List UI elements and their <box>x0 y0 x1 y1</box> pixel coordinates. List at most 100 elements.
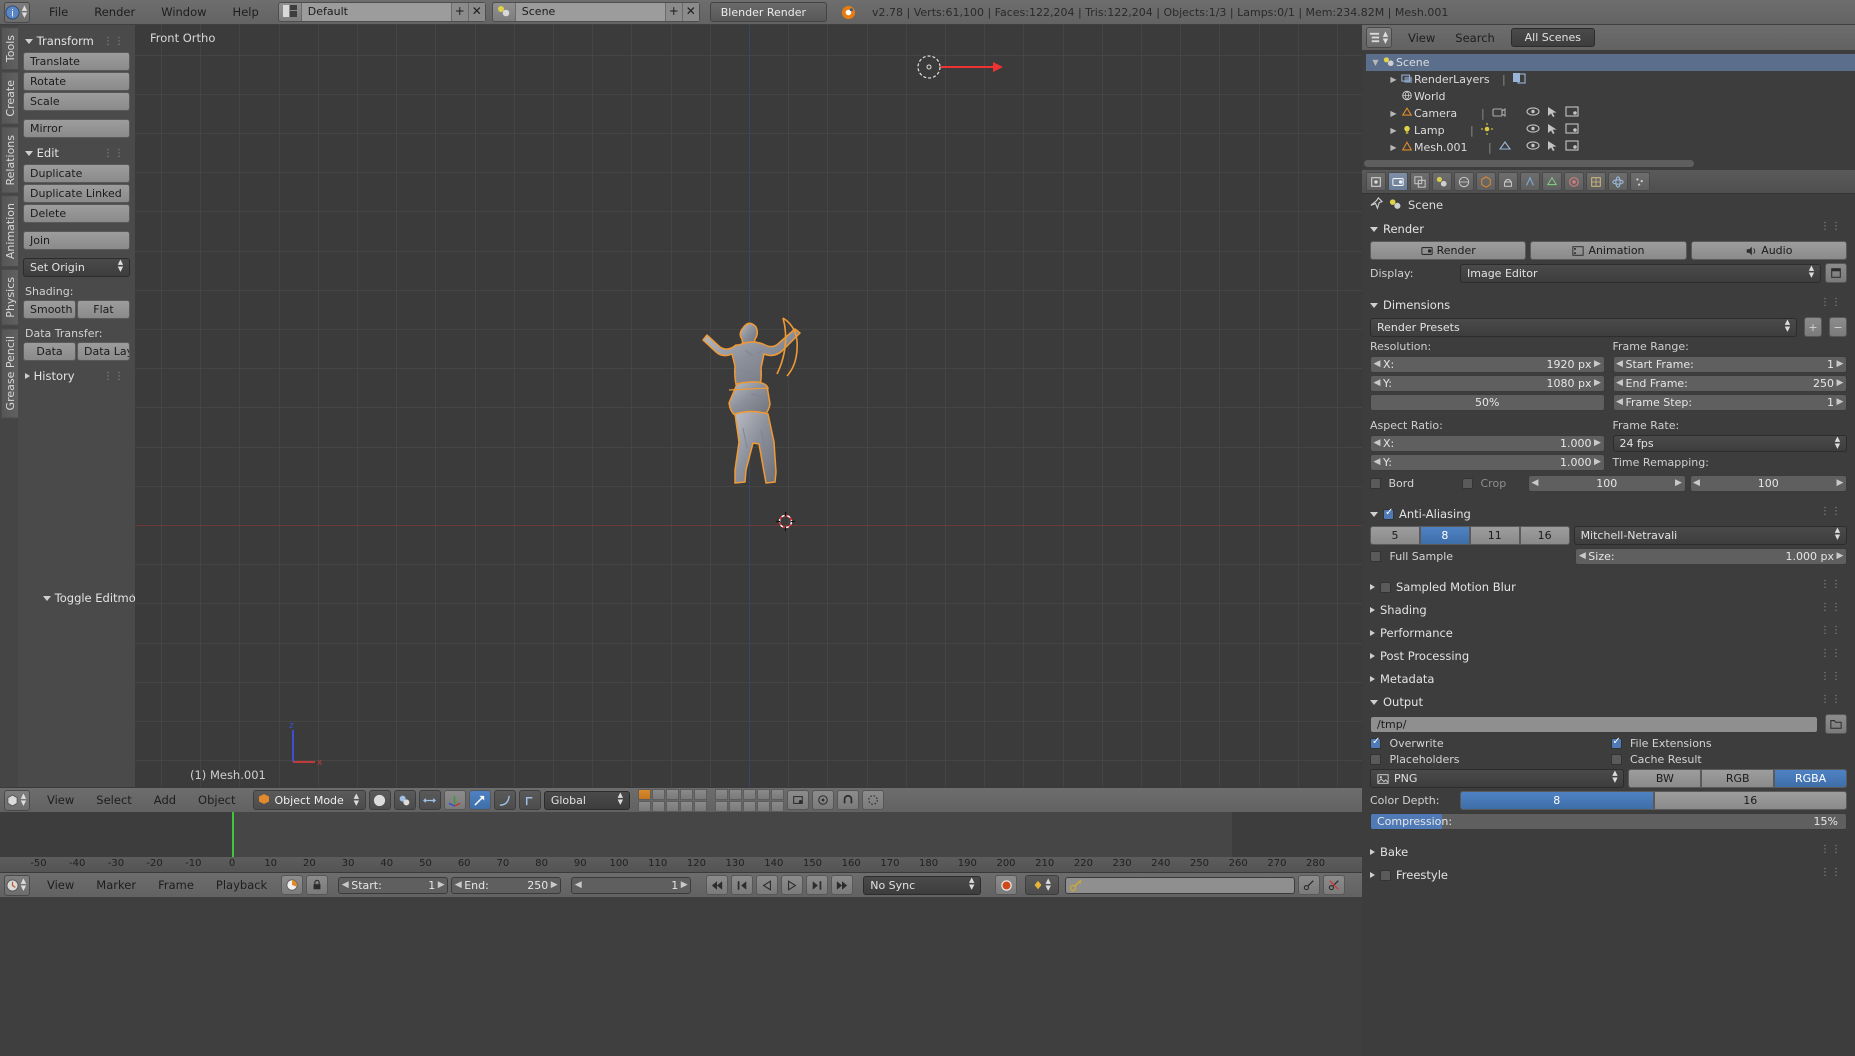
shading-section-header[interactable]: Shading ⋮⋮ <box>1370 600 1847 620</box>
expand-icon[interactable]: ▶ <box>1388 143 1399 152</box>
viewport-menu-object[interactable]: Object <box>187 793 246 807</box>
increment-icon[interactable]: ▶ <box>1835 395 1845 410</box>
color-depth-16[interactable]: 16 <box>1653 791 1847 810</box>
add-preset-button[interactable]: + <box>1804 317 1822 337</box>
layer-1[interactable] <box>651 788 665 800</box>
editor-type-icon[interactable] <box>1366 172 1386 191</box>
metadata-section-header[interactable]: Metadata ⋮⋮ <box>1370 669 1847 689</box>
color-mode-rgb[interactable]: RGB <box>1701 769 1775 788</box>
expand-icon[interactable]: ▶ <box>1388 109 1399 118</box>
scene-value[interactable]: Scene <box>514 3 665 21</box>
jump-start-icon[interactable] <box>706 875 729 895</box>
outliner-menu-view[interactable]: View <box>1398 31 1445 45</box>
render-section-header[interactable]: Render ⋮⋮ <box>1370 219 1847 239</box>
viewport-shading-icon[interactable] <box>368 790 391 810</box>
antialiasing-checkbox[interactable] <box>1383 507 1394 520</box>
bake-section-header[interactable]: Bake ⋮⋮ <box>1370 842 1847 862</box>
placeholders-checkbox[interactable] <box>1370 754 1381 765</box>
expand-icon[interactable]: ▶ <box>1388 75 1399 84</box>
decrement-icon[interactable]: ◀ <box>1372 436 1382 451</box>
keying-set-icon[interactable]: ▲ ▼ <box>1025 875 1060 895</box>
scene-tab-icon[interactable] <box>1432 172 1452 191</box>
play-icon[interactable] <box>781 875 804 895</box>
overwrite-wrap[interactable]: Overwrite <box>1370 736 1607 750</box>
border-checkbox-wrap[interactable]: Bord <box>1370 477 1458 490</box>
output-section-header[interactable]: Output ⋮⋮ <box>1370 692 1847 712</box>
file-extensions-checkbox[interactable] <box>1610 736 1622 749</box>
layer-13[interactable] <box>756 788 770 800</box>
scene-selector[interactable]: Scene + ✕ <box>491 2 700 22</box>
layer-8[interactable] <box>679 800 693 812</box>
decrement-icon[interactable]: ◀ <box>453 878 463 893</box>
rotate-manipulator-icon[interactable] <box>468 790 491 810</box>
add-keyframe-icon[interactable] <box>1298 875 1321 895</box>
material-tab-icon[interactable] <box>1564 172 1584 191</box>
menu-help[interactable]: Help <box>220 0 272 25</box>
outliner-item-camera[interactable]: ▶ Camera | <box>1366 105 1855 122</box>
screen-layout-value[interactable]: Default <box>300 3 451 21</box>
outliner-editor-icon[interactable]: ▲ ▼ <box>1366 27 1392 48</box>
render-presets-selector[interactable]: Render Presets ▲ ▼ <box>1370 317 1797 337</box>
cache-result-checkbox[interactable] <box>1610 754 1622 765</box>
increment-icon[interactable]: ▶ <box>1593 455 1603 470</box>
sync-mode-selector[interactable]: No Sync ▲ ▼ <box>863 875 982 895</box>
menu-window[interactable]: Window <box>148 0 219 25</box>
panel-header-edit[interactable]: Edit ⋮⋮ <box>25 146 130 160</box>
expand-icon[interactable]: ▼ <box>1370 58 1381 67</box>
full-sample-checkbox[interactable] <box>1370 551 1381 562</box>
layer-6[interactable] <box>651 800 665 812</box>
render-engine-selector[interactable]: Blender Render <box>709 2 828 22</box>
translate-manipulator-icon[interactable] <box>443 790 466 810</box>
object-tab-icon[interactable] <box>1476 172 1496 191</box>
freestyle-section-header[interactable]: Freestyle ⋮⋮ <box>1370 865 1847 885</box>
flat-button[interactable]: Flat <box>77 300 130 319</box>
data-button[interactable]: Data <box>23 342 76 361</box>
timeline-menu-view[interactable]: View <box>36 878 85 892</box>
decrement-icon[interactable]: ◀ <box>1615 376 1625 391</box>
render-layers-tab-icon[interactable] <box>1410 172 1430 191</box>
keying-set-field[interactable] <box>1065 876 1296 894</box>
increment-icon[interactable]: ▶ <box>679 878 689 893</box>
menu-render[interactable]: Render <box>81 0 148 25</box>
interaction-mode-selector[interactable]: Object Mode ▲ ▼ <box>252 790 366 810</box>
dimensions-section-header[interactable]: Dimensions ⋮⋮ <box>1370 295 1847 315</box>
eye-icon[interactable] <box>1526 140 1540 155</box>
increment-icon[interactable]: ▶ <box>549 878 559 893</box>
performance-section-header[interactable]: Performance ⋮⋮ <box>1370 623 1847 643</box>
layer-3[interactable] <box>679 788 693 800</box>
display-mode-selector[interactable]: Image Editor ▲ ▼ <box>1460 263 1821 283</box>
decrement-icon[interactable]: ◀ <box>1372 376 1382 391</box>
duplicate-linked-button[interactable]: Duplicate Linked <box>23 184 130 203</box>
current-frame-field[interactable]: ◀ 1 ▶ <box>571 876 692 894</box>
layer-4[interactable] <box>693 788 707 800</box>
end-frame-field[interactable]: ◀ End Frame: 250 ▶ <box>1612 375 1847 392</box>
color-depth-8[interactable]: 8 <box>1460 791 1654 810</box>
aa-sample-16[interactable]: 16 <box>1519 526 1570 545</box>
eye-icon[interactable] <box>1526 123 1540 138</box>
viewport-menu-view[interactable]: View <box>36 793 85 807</box>
time-remap-old-field[interactable]: ◀ 100 ▶ <box>1528 475 1686 492</box>
prev-keyframe-icon[interactable] <box>731 875 754 895</box>
antialiasing-section-header[interactable]: Anti-Aliasing ⋮⋮ <box>1370 504 1847 524</box>
data-tab-icon[interactable] <box>1542 172 1562 191</box>
translate-button[interactable]: Translate <box>23 52 130 71</box>
render-image-button[interactable]: Render <box>1370 241 1527 260</box>
lamp-object-icon[interactable] <box>915 53 1003 81</box>
3d-viewport[interactable]: Front Ortho (1) Mesh.001 z x <box>135 25 1362 787</box>
properties-editor[interactable]: Scene Render ⋮⋮ Render Animation Audio D… <box>1362 170 1855 1056</box>
color-mode-rgba[interactable]: RGBA <box>1774 769 1847 788</box>
mirror-button[interactable]: Mirror <box>23 119 130 138</box>
layer-2[interactable] <box>665 788 679 800</box>
data-layout-button[interactable]: Data Layo <box>77 342 130 361</box>
layer-7[interactable] <box>665 800 679 812</box>
pin-icon[interactable] <box>1370 197 1384 213</box>
decrement-icon[interactable]: ◀ <box>1530 476 1540 491</box>
layer-19[interactable] <box>770 800 784 812</box>
scale-button[interactable]: Scale <box>23 92 130 111</box>
border-checkbox[interactable] <box>1370 478 1381 489</box>
panel-header-transform[interactable]: Transform ⋮⋮ <box>25 34 130 48</box>
remove-preset-button[interactable]: − <box>1829 317 1847 337</box>
timeline-playhead[interactable] <box>232 812 234 857</box>
editor-type-icon[interactable]: ▲ ▼ <box>4 789 30 811</box>
cursor-select-icon[interactable] <box>1547 123 1558 138</box>
